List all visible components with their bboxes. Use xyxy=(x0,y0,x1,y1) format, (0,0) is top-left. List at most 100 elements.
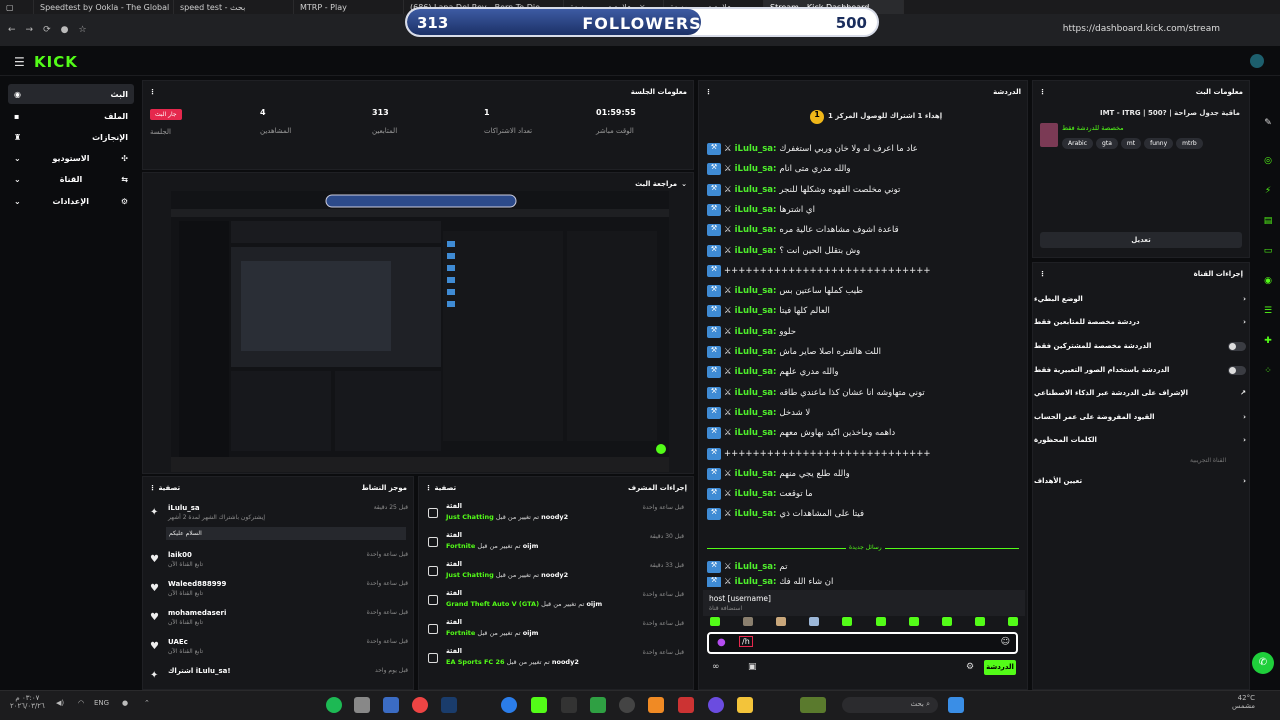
kick-app-icon[interactable] xyxy=(531,697,547,713)
action-banned-words[interactable]: الكلمات المحظورة › xyxy=(1034,431,1246,449)
emoji-icon[interactable]: ☺ xyxy=(1001,637,1010,647)
emote-icon[interactable] xyxy=(1007,617,1018,626)
chat-username[interactable]: iLulu_sa: xyxy=(735,144,777,154)
avatar[interactable] xyxy=(1250,54,1264,68)
wrench-icon[interactable]: ✚ xyxy=(1262,336,1274,348)
chat-username[interactable]: iLulu_sa: xyxy=(735,205,777,215)
back-icon[interactable]: ← xyxy=(8,25,16,35)
chrome-icon[interactable] xyxy=(412,697,428,713)
chat-username[interactable]: iLulu_sa: xyxy=(735,509,777,519)
action-slow-mode[interactable]: الوضع البطيء › xyxy=(1034,290,1246,308)
command-suggestion[interactable]: host [username] استضافة قناة xyxy=(703,590,1025,616)
chat-input[interactable]: ● /h ☺ xyxy=(707,632,1018,654)
category-name[interactable]: مخصصة للدردشة فقط xyxy=(1062,124,1124,132)
emote-icon[interactable] xyxy=(941,617,952,626)
chat-username[interactable]: iLulu_sa: xyxy=(735,577,777,587)
chat-username[interactable]: iLulu_sa: xyxy=(735,388,777,398)
edit-icon[interactable]: ✎ xyxy=(1262,118,1274,130)
mod-user[interactable]: noody2 xyxy=(552,658,579,666)
wifi-icon[interactable]: ◠ xyxy=(78,699,84,707)
chat-username[interactable]: iLulu_sa: xyxy=(735,327,777,337)
action-ai-moderation[interactable]: الإشراف على الدردشة عبر الذكاء الاصطناعي… xyxy=(1034,384,1246,402)
tab-play[interactable]: MTRP - Play xyxy=(294,0,404,14)
nav-item-settings[interactable]: ⌄ الإعدادات ⚙ xyxy=(8,191,134,211)
mod-user[interactable]: oijm xyxy=(586,600,602,608)
chat-bubble-icon[interactable]: ✆ xyxy=(1252,652,1274,674)
feed-user[interactable]: Waleed888999 xyxy=(168,580,226,588)
chat-username[interactable]: iLulu_sa: xyxy=(735,408,777,418)
volume-icon[interactable]: ◀) xyxy=(56,699,64,707)
app-icon[interactable] xyxy=(708,697,724,713)
mod-user[interactable]: noody2 xyxy=(541,513,568,521)
mod-category[interactable]: Just Chatting xyxy=(446,513,494,521)
emote-icon[interactable] xyxy=(842,617,853,626)
chat-icon[interactable]: ▭ xyxy=(1262,246,1274,258)
spotify-icon[interactable] xyxy=(326,697,342,713)
chat-username[interactable]: iLulu_sa: xyxy=(735,286,777,296)
emote-icon[interactable] xyxy=(974,617,985,626)
edge-icon[interactable] xyxy=(501,697,517,713)
mod-user[interactable]: oijm xyxy=(523,542,539,550)
tag[interactable]: Arabic xyxy=(1062,138,1094,149)
action-account-age[interactable]: القيود المفروضة على عمر الحساب › xyxy=(1034,408,1246,426)
mod-category[interactable]: Fortnite xyxy=(446,542,475,550)
chat-username[interactable]: iLulu_sa: xyxy=(735,562,777,572)
weather-widget-icon[interactable] xyxy=(800,697,826,713)
epic-icon[interactable] xyxy=(561,697,577,713)
tag[interactable]: mt xyxy=(1120,138,1142,149)
action-followers-only[interactable]: دردشة مخصصة للمتابعين فقط › xyxy=(1034,313,1246,331)
mod-category[interactable]: Fortnite xyxy=(446,629,475,637)
feed-user[interactable]: mohamedaseri xyxy=(168,609,226,617)
menu-dots-icon[interactable]: ⋮ xyxy=(1039,270,1046,278)
nav-item-achievements[interactable]: ♜ الإنجازات xyxy=(8,127,134,147)
star-icon[interactable]: ☆ xyxy=(79,25,87,35)
nav-item-channel[interactable]: ⌄ القناة ⇆ xyxy=(8,169,134,189)
mod-category[interactable]: Grand Theft Auto V (GTA) xyxy=(446,600,539,608)
edit-button[interactable]: تعديل xyxy=(1040,232,1242,248)
taskbar-search[interactable]: بحث ⌕ xyxy=(842,697,938,713)
clipboard-icon[interactable]: ▤ xyxy=(1262,216,1274,228)
gift-icon[interactable]: ▣ xyxy=(748,662,757,672)
chat-input-value[interactable]: /h xyxy=(739,636,753,647)
send-chat-button[interactable]: الدردشة xyxy=(984,660,1016,675)
forward-icon[interactable]: → xyxy=(26,25,34,35)
feed-user[interactable]: اشتراك iLulu_sa! xyxy=(168,667,231,675)
reload-icon[interactable]: ⟳ xyxy=(43,25,51,35)
nav-item-stream[interactable]: ◉ البث xyxy=(8,84,134,104)
chat-username[interactable]: iLulu_sa: xyxy=(735,469,777,479)
filter-button[interactable]: تصفية xyxy=(434,484,456,492)
tab-search[interactable]: speed test - بحث xyxy=(174,0,294,14)
subscribers-only-toggle[interactable] xyxy=(1228,341,1246,351)
windows-start-icon[interactable] xyxy=(948,697,964,713)
broadcast-icon[interactable]: ◉ xyxy=(1262,276,1274,288)
menu-dots-icon[interactable]: ⋮ xyxy=(149,88,156,96)
tab-speedtest[interactable]: Speedtest by Ookla - The Global✕ xyxy=(34,0,174,14)
mod-user[interactable]: noody2 xyxy=(541,571,568,579)
emote-icon[interactable] xyxy=(743,617,754,626)
chat-username[interactable]: iLulu_sa: xyxy=(735,306,777,316)
tag[interactable]: mtrb xyxy=(1176,138,1203,149)
mic-icon[interactable]: ● xyxy=(122,699,128,707)
feed-user[interactable]: laik00 xyxy=(168,551,192,559)
app-icon[interactable] xyxy=(678,697,694,713)
action-emotes-only[interactable]: الدردشة باستخدام الصور التعبيرية فقط xyxy=(1034,361,1246,379)
xbox-icon[interactable] xyxy=(590,697,606,713)
camera-icon[interactable]: ◎ xyxy=(1262,156,1274,168)
chat-username[interactable]: iLulu_sa: xyxy=(735,347,777,357)
chat-username[interactable]: iLulu_sa: xyxy=(735,428,777,438)
app-icon[interactable] xyxy=(648,697,664,713)
stream-preview-video[interactable] xyxy=(171,191,669,472)
language-indicator[interactable]: ENG xyxy=(94,699,109,707)
stack-icon[interactable]: ☰ xyxy=(1262,306,1274,318)
chat-username[interactable]: iLulu_sa: xyxy=(735,164,777,174)
feed-user[interactable]: UAEc xyxy=(168,638,188,646)
mod-category[interactable]: Just Chatting xyxy=(446,571,494,579)
chat-username[interactable]: iLulu_sa: xyxy=(735,246,777,256)
filter-button[interactable]: تصفية xyxy=(158,484,180,492)
gear-icon[interactable]: ⚙ xyxy=(966,662,974,672)
app-icon[interactable] xyxy=(383,697,399,713)
tag[interactable]: funny xyxy=(1144,138,1174,149)
share-icon[interactable]: ⁘ xyxy=(1262,366,1274,378)
nav-item-profile[interactable]: ▪ الملف xyxy=(8,106,134,126)
chevron-up-icon[interactable]: ⌃ xyxy=(144,699,150,707)
